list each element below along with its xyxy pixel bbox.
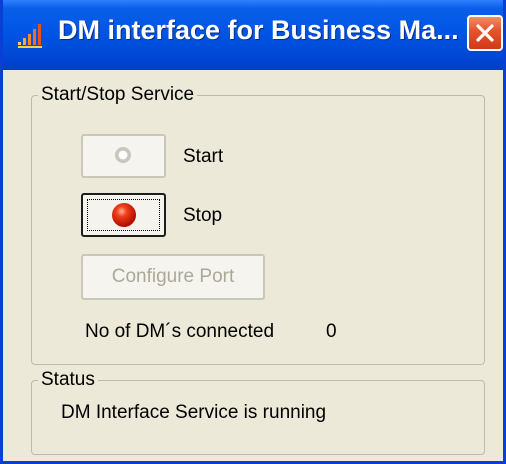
start-button[interactable]: [81, 134, 166, 178]
close-button[interactable]: [467, 15, 503, 51]
start-label: Start: [183, 146, 224, 167]
service-group-legend: Start/Stop Service: [41, 84, 195, 105]
status-group-legend: Status: [41, 369, 95, 390]
red-dot-icon: [112, 203, 136, 227]
configure-port-button[interactable]: Configure Port: [81, 254, 265, 300]
dialog-window: DM interface for Business Ma... Start/St…: [0, 0, 506, 464]
app-icon: [18, 24, 42, 48]
dm-connected-label: No of DM´s connected: [85, 321, 275, 342]
title-bar[interactable]: DM interface for Business Ma...: [3, 0, 503, 70]
stop-label: Stop: [183, 205, 223, 226]
dm-connected-count: 0: [326, 321, 337, 342]
status-text: DM Interface Service is running: [61, 402, 327, 423]
close-icon: [476, 24, 494, 42]
gray-dot-icon: [115, 147, 131, 163]
window-title: DM interface for Business Ma...: [58, 15, 459, 45]
stop-button[interactable]: [81, 193, 166, 237]
